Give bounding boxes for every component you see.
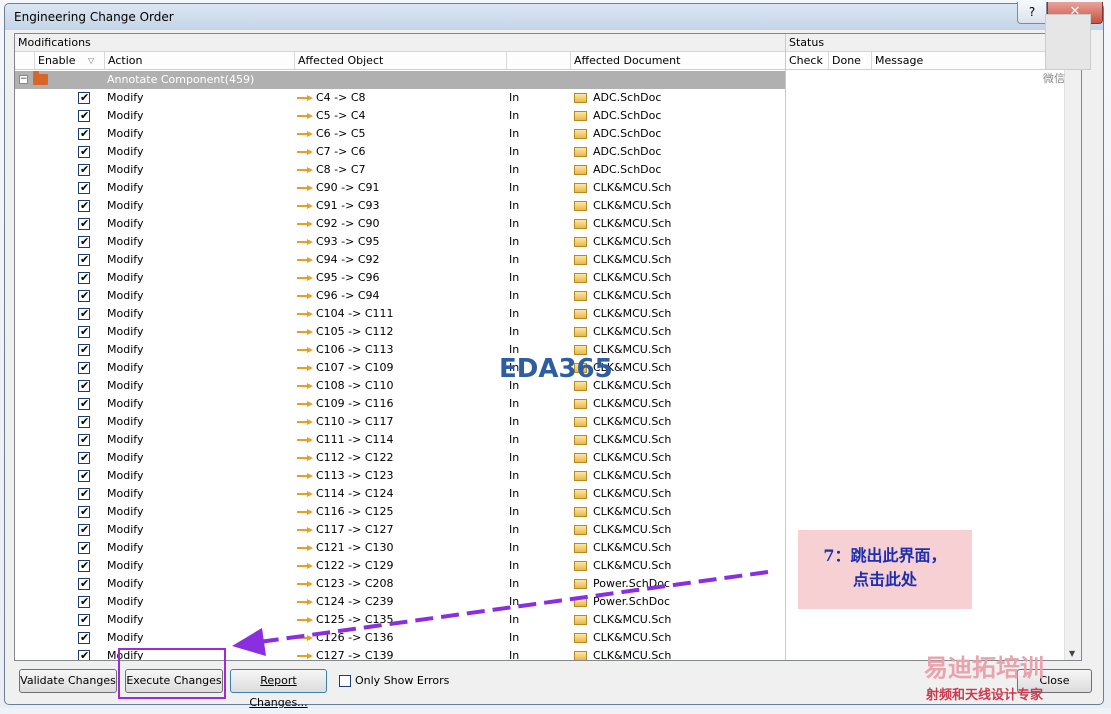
eda365-watermark: EDA365: [499, 354, 613, 384]
callout-line-1: 7：跳出此界面，: [823, 546, 947, 565]
callout-line-2: 点击此处: [852, 570, 917, 589]
qr-caption: 微信: [1043, 72, 1065, 85]
corner-watermark-top: 易迪拓培训: [924, 654, 1044, 682]
corner-watermark-bottom: 射频和天线设计专家: [926, 688, 1044, 703]
qr-code: [1045, 14, 1091, 70]
instruction-callout: 7：跳出此界面， 点击此处: [798, 530, 972, 609]
